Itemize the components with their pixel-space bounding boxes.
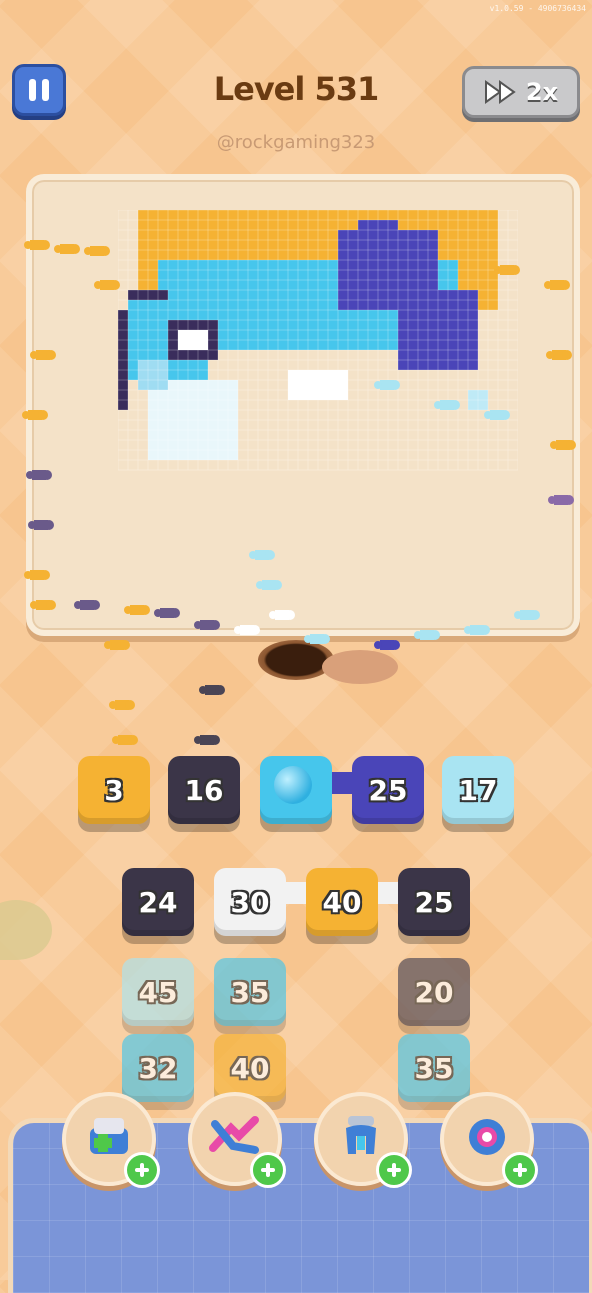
grid-tile[interactable]: 20 [398, 958, 470, 1026]
ant [294, 380, 320, 390]
plus-icon[interactable] [250, 1152, 286, 1188]
fast-forward-icon [484, 80, 516, 104]
ball-icon [274, 766, 312, 804]
ant [234, 625, 260, 635]
grid-tile[interactable]: 40 [306, 868, 378, 936]
ant [484, 410, 510, 420]
ant [109, 700, 135, 710]
ant [514, 610, 540, 620]
leaf-decoration [0, 900, 52, 960]
shuffle-arrows-icon [209, 1114, 261, 1164]
ant [434, 400, 460, 410]
queue-tile[interactable]: 25 [352, 756, 424, 824]
ant [256, 580, 282, 590]
hole-pipe-icon [461, 1114, 513, 1164]
dirt-mat [322, 650, 398, 684]
ant-hole [258, 640, 334, 680]
booster-button[interactable] [62, 1092, 160, 1188]
ant [194, 735, 220, 745]
ant [194, 620, 220, 630]
ant [124, 605, 150, 615]
ant [26, 470, 52, 480]
ant [548, 495, 574, 505]
grid-tile[interactable]: 40 [214, 1034, 286, 1102]
grid-tile[interactable]: 45 [122, 958, 194, 1026]
grid-tile[interactable]: 35 [398, 1034, 470, 1102]
ant [249, 550, 275, 560]
ant [112, 735, 138, 745]
queue-tile[interactable]: 17 [442, 756, 514, 824]
ant [374, 380, 400, 390]
queue-tile[interactable]: 16 [168, 756, 240, 824]
ant [54, 244, 80, 254]
speed-button[interactable]: 2x [462, 66, 580, 118]
ant [84, 246, 110, 256]
ant [30, 350, 56, 360]
ant [464, 625, 490, 635]
grid-tile[interactable]: 24 [122, 868, 194, 936]
plus-icon[interactable] [376, 1152, 412, 1188]
plus-icon[interactable] [124, 1152, 160, 1188]
ant [28, 520, 54, 530]
ant [22, 410, 48, 420]
version-label: v1.0.59 - 4906736434 [489, 4, 586, 13]
ant [24, 570, 50, 580]
ant [104, 640, 130, 650]
puzzle-board [26, 174, 580, 636]
shark-pixel-art [118, 210, 518, 471]
ant [544, 280, 570, 290]
ant [74, 600, 100, 610]
booster-button[interactable] [188, 1092, 286, 1188]
ant [550, 440, 576, 450]
add-box-icon [84, 1114, 134, 1164]
ant [24, 240, 50, 250]
ant [269, 610, 295, 620]
ant [546, 350, 572, 360]
ant [494, 265, 520, 275]
ant [374, 640, 400, 650]
queue-tile[interactable]: 3 [78, 756, 150, 824]
booster-button[interactable] [314, 1092, 412, 1188]
ant [414, 630, 440, 640]
ant [154, 608, 180, 618]
grid-tile[interactable]: 35 [214, 958, 286, 1026]
grid-tile[interactable]: 32 [122, 1034, 194, 1102]
grid-tile[interactable]: 25 [398, 868, 470, 936]
plus-icon[interactable] [502, 1152, 538, 1188]
ant [199, 685, 225, 695]
speed-label: 2x [525, 78, 559, 106]
grid-tile[interactable]: 30 [214, 868, 286, 936]
ant [304, 634, 330, 644]
ant [94, 280, 120, 290]
booster-button[interactable] [440, 1092, 538, 1188]
watermark: @rockgaming323 [216, 132, 376, 153]
ant [30, 600, 56, 610]
magnet-claw-icon [336, 1112, 386, 1166]
